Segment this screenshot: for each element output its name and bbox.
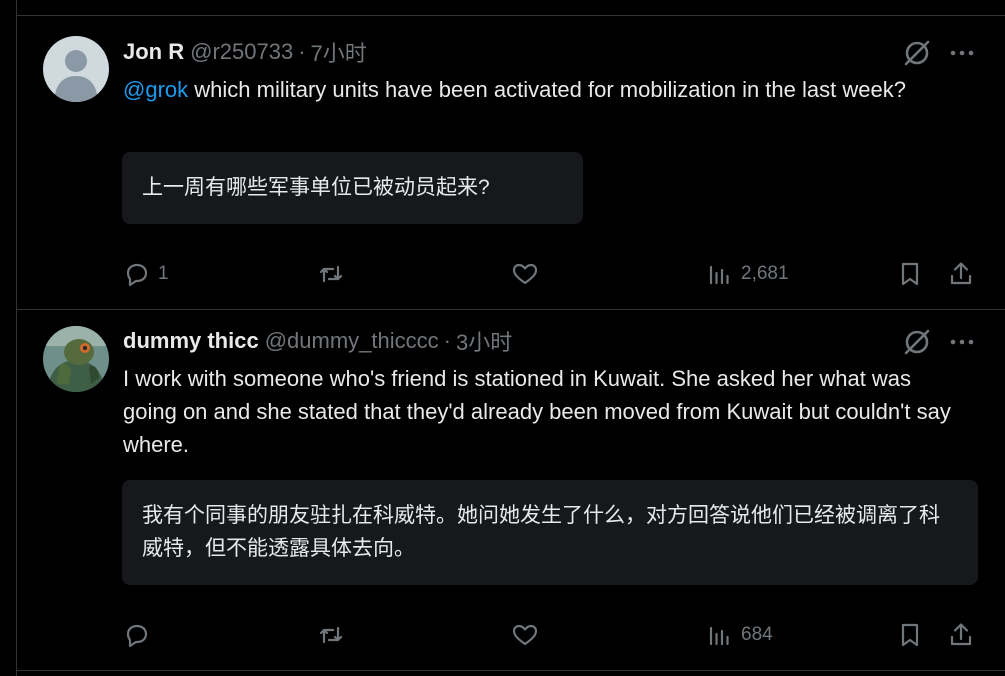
more-icon[interactable] (949, 327, 975, 357)
views-count: 684 (741, 624, 773, 645)
timestamp[interactable]: 3小时 (456, 325, 512, 357)
separator-dot: · (443, 328, 451, 353)
reply-button[interactable]: 1 (122, 257, 169, 291)
more-icon[interactable] (949, 38, 975, 68)
bookmark-button[interactable] (895, 618, 925, 652)
reply-icon (126, 263, 148, 287)
tweet-header: dummy thicc @dummy_thicccc · 3小时 (123, 326, 905, 356)
display-name[interactable]: Jon R (123, 39, 184, 65)
grok-icon[interactable] (902, 327, 932, 357)
grok-icon[interactable] (902, 38, 932, 68)
reply-count: 1 (158, 263, 169, 284)
tweet-body: which military units have been activated… (188, 77, 906, 102)
retweet-button[interactable] (316, 257, 346, 291)
tweet[interactable]: dummy thicc @dummy_thicccc · 3小时 I work … (17, 310, 1005, 671)
share-button[interactable] (946, 257, 976, 291)
tweet-text: I work with someone who's friend is stat… (123, 366, 951, 457)
heart-icon (512, 624, 538, 646)
tweet-text: @grok which military units have been act… (123, 73, 965, 106)
retweet-button[interactable] (316, 618, 346, 652)
action-bar: 1 2,681 (122, 257, 977, 291)
retweet-icon (319, 265, 343, 283)
default-avatar-icon (43, 36, 109, 102)
like-button[interactable] (510, 618, 540, 652)
separator-dot: · (298, 39, 306, 64)
bookmark-icon (901, 262, 919, 286)
user-handle[interactable]: @dummy_thicccc (265, 328, 439, 354)
like-button[interactable] (510, 257, 540, 291)
mention-link[interactable]: @grok (123, 77, 188, 102)
bookmark-button[interactable] (895, 257, 925, 291)
share-icon (950, 623, 972, 646)
views-icon (709, 265, 729, 285)
views-button[interactable]: 684 (705, 618, 773, 652)
views-count: 2,681 (741, 263, 789, 284)
tweet-header: Jon R @r250733 · 7小时 (123, 37, 905, 67)
retweet-icon (319, 626, 343, 644)
share-icon (950, 262, 972, 285)
reply-icon (126, 624, 148, 648)
reply-button[interactable] (122, 618, 152, 652)
profile-avatar-image (43, 326, 109, 392)
views-button[interactable]: 2,681 (705, 257, 789, 291)
translation-box: 上一周有哪些军事单位已被动员起来? (122, 152, 583, 224)
share-button[interactable] (946, 618, 976, 652)
timestamp[interactable]: 7小时 (311, 36, 367, 68)
tweet[interactable]: Jon R @r250733 · 7小时 @grok which militar… (17, 16, 1005, 310)
views-icon (709, 626, 729, 646)
action-bar: 684 (122, 618, 977, 652)
display-name[interactable]: dummy thicc (123, 328, 259, 354)
bookmark-icon (901, 623, 919, 647)
avatar[interactable] (43, 36, 109, 102)
avatar[interactable] (43, 326, 109, 392)
heart-icon (512, 263, 538, 285)
user-handle[interactable]: @r250733 (190, 39, 293, 65)
translation-box: 我有个同事的朋友驻扎在科威特。她问她发生了什么，对方回答说他们已经被调离了科威特… (122, 480, 978, 585)
